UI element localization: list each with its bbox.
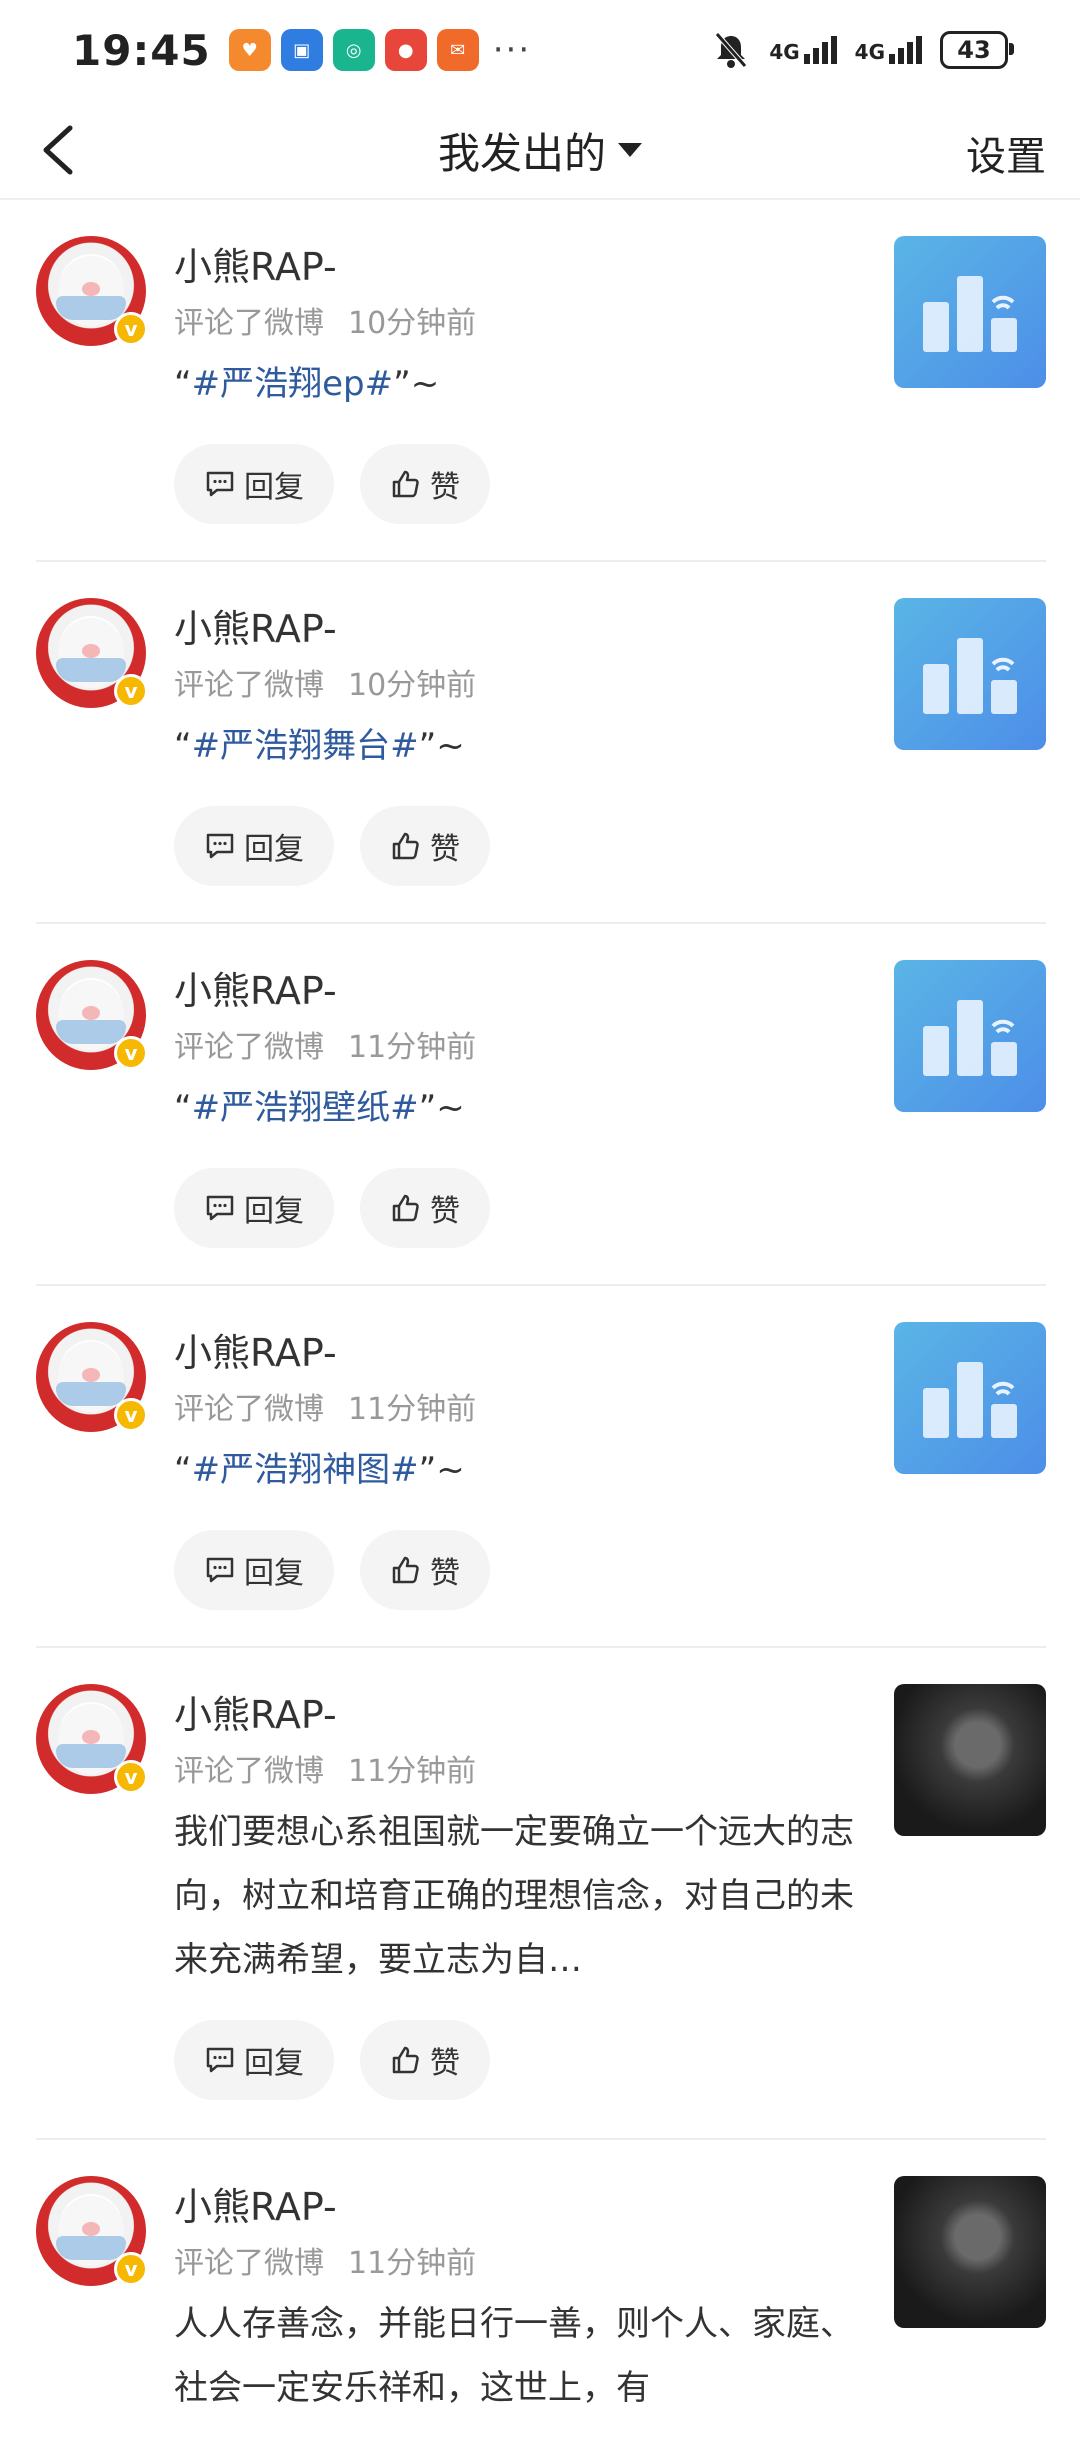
signal-bars-icon [889,36,922,64]
item-actions: 回复 赞 [174,444,490,524]
like-button[interactable]: 赞 [360,444,490,524]
post-thumbnail[interactable] [894,1322,1046,1474]
reply-button[interactable]: 回复 [174,806,334,886]
verified-badge-icon: v [114,1036,148,1070]
comment-text[interactable]: “#严浩翔壁纸#”~ [174,1076,465,1140]
user-name[interactable]: 小熊RAP- [174,1684,337,1739]
item-meta: 评论了微博 11分钟前 [174,1754,477,1789]
item-actions: 回复 赞 [174,806,490,886]
comment-icon [206,2047,234,2073]
avatar[interactable]: v [36,2176,148,2286]
post-thumbnail[interactable] [894,1684,1046,1836]
hashtag-link[interactable]: #严浩翔神图# [192,1450,419,1490]
status-right: 4G 4G 43 [711,30,1014,70]
list-item[interactable]: v 小熊RAP- 评论了微博 10分钟前 “#严浩翔ep#”~ 回复 赞 [36,200,1046,562]
page-title: 我发出的 [437,128,606,178]
reply-button[interactable]: 回复 [174,1530,334,1610]
verified-badge-icon: v [114,312,148,346]
verified-badge-icon: v [114,1398,148,1432]
verified-badge-icon: v [114,2252,148,2286]
user-name[interactable]: 小熊RAP- [174,236,337,291]
bar-chart-thumb-icon [923,638,1017,714]
avatar[interactable]: v [36,960,148,1070]
like-button[interactable]: 赞 [360,1168,490,1248]
hashtag-link[interactable]: #严浩翔舞台# [192,726,419,766]
user-name[interactable]: 小熊RAP- [174,1322,337,1377]
thumbs-up-icon [392,832,419,860]
user-name[interactable]: 小熊RAP- [174,598,337,653]
list-item[interactable]: v 小熊RAP- 评论了微博 11分钟前 我们要想心系祖国就一定要确立一个远大的志… [36,1648,1046,2140]
notification-app-icons: ♥ ▣ ◎ ● ✉ [228,29,479,71]
red-envelope-icon: ✉ [436,29,479,71]
list-item[interactable]: v 小熊RAP- 评论了微博 11分钟前 人人存善念，并能日行一善，则个人、家庭、… [36,2140,1046,2440]
reply-button[interactable]: 回复 [174,444,334,524]
like-button[interactable]: 赞 [360,2020,490,2100]
item-actions: 回复 赞 [174,1530,490,1610]
bar-chart-thumb-icon [923,1000,1017,1076]
mute-bell-icon [715,32,748,68]
post-thumbnail[interactable] [894,598,1046,750]
list-item[interactable]: v 小熊RAP- 评论了微博 10分钟前 “#严浩翔舞台#”~ 回复 赞 [36,562,1046,924]
thumbs-up-icon [392,2046,419,2074]
comment-icon [206,833,234,859]
heart-app-icon: ♥ [228,29,271,71]
avatar[interactable]: v [36,1322,148,1432]
item-meta: 评论了微博 11分钟前 [174,2246,477,2281]
comment-icon [206,1557,234,1583]
signal-2: 4G [855,36,922,64]
bar-chart-thumb-icon [923,276,1017,352]
ai-app-icon: ◎ [332,29,375,71]
user-name[interactable]: 小熊RAP- [174,960,337,1015]
status-time: 19:45 [72,25,211,75]
comment-text[interactable]: 我们要想心系祖国就一定要确立一个远大的志向，树立和培育正确的理想信念，对自己的未… [174,1800,854,1992]
list-item[interactable]: v 小熊RAP- 评论了微博 11分钟前 “#严浩翔壁纸#”~ 回复 赞 [36,924,1046,1286]
weibo-icon: ● [384,29,427,71]
settings-button[interactable]: 设置 [966,124,1046,182]
status-bar: 19:45 ♥ ▣ ◎ ● ✉ ··· 4G 4G 43 [0,0,1080,100]
post-thumbnail[interactable] [894,2176,1046,2328]
item-meta: 评论了微博 11分钟前 [174,1392,477,1427]
item-meta: 评论了微博 11分钟前 [174,1030,477,1065]
comment-icon [206,471,234,497]
item-meta: 评论了微博 10分钟前 [174,668,477,703]
caret-down-icon [618,143,642,157]
comment-icon [206,1195,234,1221]
item-meta: 评论了微博 10分钟前 [174,306,477,341]
bar-chart-thumb-icon [923,1362,1017,1438]
like-button[interactable]: 赞 [360,806,490,886]
title-dropdown[interactable]: 我发出的 [0,100,1080,200]
thumbs-up-icon [392,1556,419,1584]
post-thumbnail[interactable] [894,960,1046,1112]
avatar[interactable]: v [36,1684,148,1794]
item-actions: 回复 赞 [174,2020,490,2100]
user-name[interactable]: 小熊RAP- [174,2176,337,2231]
hashtag-link[interactable]: #严浩翔壁纸# [192,1088,419,1128]
verified-badge-icon: v [114,1760,148,1794]
list-item[interactable]: v 小熊RAP- 评论了微博 11分钟前 “#严浩翔神图#”~ 回复 赞 [36,1286,1046,1648]
like-button[interactable]: 赞 [360,1530,490,1610]
avatar[interactable]: v [36,236,148,346]
reply-button[interactable]: 回复 [174,1168,334,1248]
more-notifications-icon: ··· [492,30,532,70]
app-market-icon: ▣ [280,29,323,71]
comment-text[interactable]: “#严浩翔神图#”~ [174,1438,465,1502]
comment-text[interactable]: “#严浩翔ep#”~ [174,352,439,416]
signal-1: 4G [769,36,837,64]
battery-icon: 43 [940,31,1014,69]
hashtag-link[interactable]: #严浩翔ep# [192,364,393,404]
comment-text[interactable]: 人人存善念，并能日行一善，则个人、家庭、社会一定安乐祥和，这世上，有 [174,2292,854,2420]
comment-text[interactable]: “#严浩翔舞台#”~ [174,714,465,778]
signal-bars-icon [803,36,837,64]
item-actions: 回复 赞 [174,1168,490,1248]
thumbs-up-icon [392,1194,419,1222]
reply-button[interactable]: 回复 [174,2020,334,2100]
avatar[interactable]: v [36,598,148,708]
verified-badge-icon: v [114,674,148,708]
thumbs-up-icon [392,470,419,498]
top-nav-bar: 我发出的 设置 [0,100,1080,200]
post-thumbnail[interactable] [894,236,1046,388]
